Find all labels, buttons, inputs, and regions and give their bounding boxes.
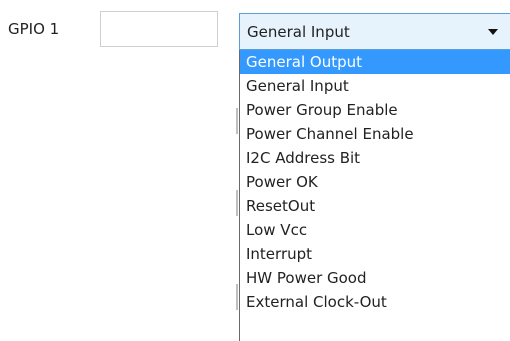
chevron-down-icon[interactable]	[488, 29, 498, 35]
dropdown-option-general-input[interactable]: General Input	[240, 74, 510, 98]
dropdown-option-interrupt[interactable]: Interrupt	[240, 242, 510, 266]
gpio-settings-panel: GPIO 1 General Input General Output Gene…	[0, 0, 510, 341]
dropdown-option-low-vcc[interactable]: Low Vcc	[240, 218, 510, 242]
gpio-text-input[interactable]	[100, 11, 218, 47]
divider-line-2	[236, 190, 238, 216]
gpio-mode-select[interactable]: General Input	[239, 13, 510, 50]
gpio-mode-select-value: General Input	[247, 23, 350, 41]
dropdown-option-power-channel-enable[interactable]: Power Channel Enable	[240, 122, 510, 146]
gpio-mode-dropdown-list: General Output General Input Power Group…	[239, 50, 510, 341]
dropdown-option-power-ok[interactable]: Power OK	[240, 170, 510, 194]
divider-line-1	[236, 108, 238, 134]
dropdown-option-external-clock-out[interactable]: External Clock-Out	[240, 290, 510, 314]
dropdown-option-general-output[interactable]: General Output	[240, 50, 510, 74]
dropdown-option-hw-power-good[interactable]: HW Power Good	[240, 266, 510, 290]
dropdown-option-i2c-address-bit[interactable]: I2C Address Bit	[240, 146, 510, 170]
divider-line-3	[236, 284, 238, 310]
dropdown-option-resetout[interactable]: ResetOut	[240, 194, 510, 218]
dropdown-option-power-group-enable[interactable]: Power Group Enable	[240, 98, 510, 122]
gpio-label: GPIO 1	[8, 20, 60, 38]
